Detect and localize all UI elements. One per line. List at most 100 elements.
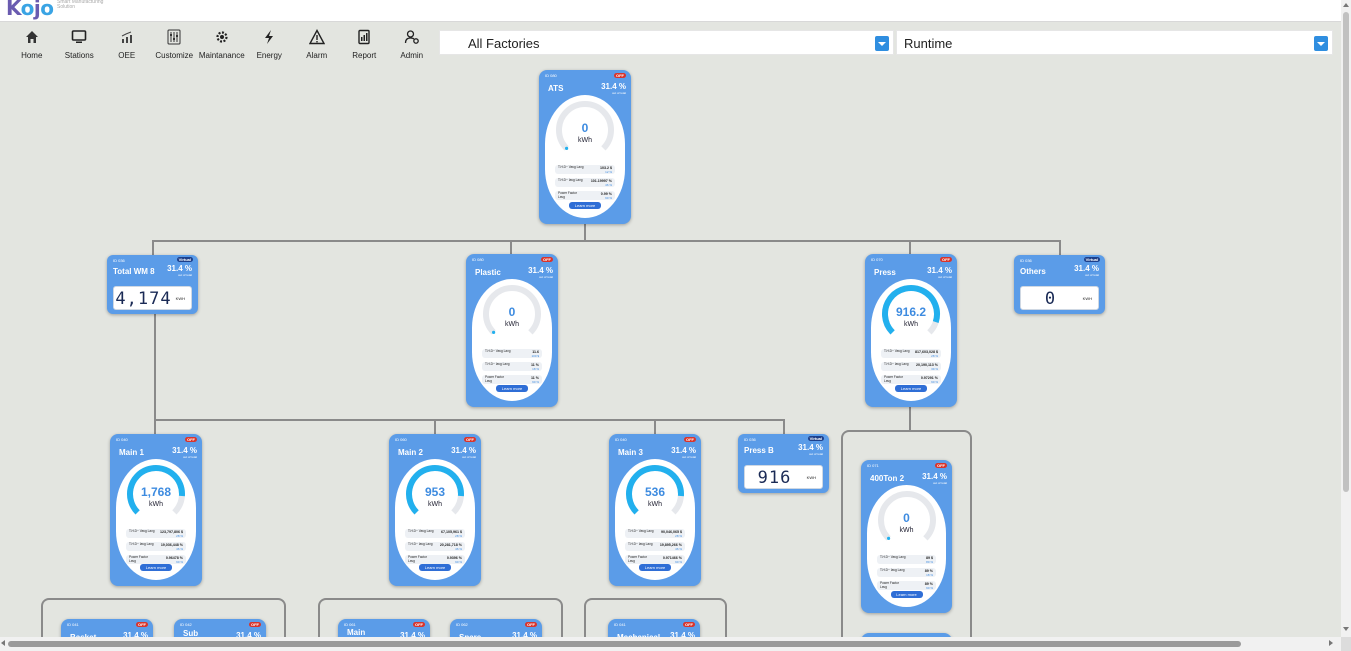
nav-stations[interactable]: Stations [56,26,104,62]
chevron-down-icon[interactable] [1314,36,1328,51]
nav-maintanance[interactable]: Maintanance [198,26,246,62]
digital-display: 0 KWH [1020,286,1099,310]
learn-more-button[interactable]: Learn more [639,564,671,571]
main-nav: Home Stations OEE Customize Maintanance … [8,26,436,62]
nav-alarm[interactable]: Alarm [293,26,341,62]
digital-display: 4,174 KWH [113,286,192,310]
metrics: T.H.D~ Vavg Lavg 89 $80 % T.H.D~ Iavg Lav… [877,555,936,594]
metric-thd-v: T.H.D~ Vavg Lavg 11.6 100 $ [482,349,542,358]
percent-of-total: 31.4 % out of total [1074,264,1099,277]
metric-thd-i: T.H.D~ Iavg Lavg 20,190,113 % 39 % [881,362,941,371]
mode-select[interactable]: Runtime [896,30,1333,55]
learn-more-button[interactable]: Learn more [895,385,927,392]
status-badge: OFF [541,257,553,262]
meter-name: Main [347,628,366,637]
meter-name: ATS [548,84,564,93]
meter-id: ID 080 [472,257,484,262]
scroll-right-icon[interactable] [1329,640,1333,646]
virtual-card-others[interactable]: ID 036 Virtual Others 31.4 % out of total… [1014,255,1105,314]
learn-more-button[interactable]: Learn more [569,202,601,209]
gauge-value: 953 [424,485,446,499]
meter-id: ID 042 [180,622,192,627]
meter-id: ID 040 [116,437,128,442]
meter-id: ID 062 [456,622,468,627]
meter-card-plastic[interactable]: ID 080 OFF Plastic 31.4 % out of total 0 … [466,254,558,407]
meter-name: Total WM 8 [113,267,155,276]
scroll-corner [1341,637,1351,651]
gauge-value: 536 [644,485,666,499]
virtual-badge: Virtual [1083,257,1100,262]
meter-card-press[interactable]: ID 070 OFF Press 31.4 % out of total 916.… [865,254,957,407]
meter-card-main-1[interactable]: ID 040 OFF Main 1 31.4 % out of total 1,7… [110,434,202,586]
meter-card-ats[interactable]: ID 080 OFF ATS 31.4 % out of total 0 kWh … [539,70,631,224]
gauge-unit: kWh [149,501,163,508]
scroll-down-icon[interactable] [1343,627,1349,631]
learn-more-button[interactable]: Learn more [419,564,451,571]
meter-name: Main 2 [398,448,423,457]
kojo-logo[interactable]: Kojo [6,0,54,20]
nav-admin-label: Admin [400,51,424,60]
factory-select[interactable]: All Factories [439,30,894,55]
nav-oee[interactable]: OEE [103,26,151,62]
tagline: Smart Manufacturing Solution [57,0,104,10]
nav-energy[interactable]: Energy [246,26,294,62]
gauge-value: 0 [581,121,589,135]
virtual-card-press-b[interactable]: ID 036 Virtual Press B 31.4 % out of tota… [738,434,829,493]
nav-home-label: Home [21,51,43,60]
metric-power-factor: Power Factor Lavg 0.971466 % 90 % [625,555,685,564]
virtual-badge: Virtual [807,436,824,441]
learn-more-button[interactable]: Learn more [496,385,528,392]
meter-name: Main 1 [119,448,144,457]
percent-of-total: 31.4 % out of total [798,443,823,456]
nav-alarm-label: Alarm [306,51,328,60]
chevron-down-icon[interactable] [875,36,889,51]
meter-card-400ton-2[interactable]: ID 071 OFF 400Ton 2 31.4 % out of total 0… [861,460,952,613]
gauge-value: 916.2 [895,305,927,319]
scroll-thumb[interactable] [1343,12,1349,492]
nav-report-label: Report [352,51,377,60]
learn-more-button[interactable]: Learn more [140,564,172,571]
metrics: T.H.D~ Vavg Lavg 11.6 100 $ T.H.D~ Iavg La… [482,349,542,388]
meter-card-main-2[interactable]: ID 060 OFF Main 2 31.4 % out of total 953… [389,434,481,586]
display-unit: KWH [1082,296,1092,301]
status-badge: OFF [935,463,947,468]
gauge-panel: 0 kWh T.H.D~ Vavg Lavg 103.2 $12 % T.H.D~… [545,95,625,218]
virtual-card-total-wm-8[interactable]: ID 036 Virtual Total WM 8 31.4 % out of t… [107,255,198,314]
gauge-panel: 1,768 kWh T.H.D~ Vavg Lavg 123,797,806 $2… [116,459,196,580]
metric-thd-i: T.H.D~ Iavg Lavg 101.19997 % 46 % [555,178,615,187]
metric-power-factor: Power Factor Lavg 0.99 % 90 % [555,191,615,200]
learn-more-button[interactable]: Learn more [890,591,923,598]
digital-display: 916 KWH [744,465,823,489]
gauge-unit: kWh [578,137,592,144]
metric-power-factor: Power Factor Lavg 0.9396 % 90 % [405,555,465,564]
meter-name: 400Ton 2 [870,474,905,483]
gauge-panel: 953 kWh T.H.D~ Vavg Lavg 67,105,961 $28 %… [395,459,475,580]
scroll-thumb[interactable] [8,641,1241,647]
nav-customize[interactable]: Customize [151,26,199,62]
warning-icon [308,29,325,45]
metric-thd-i: T.H.D~ Iavg Lavg 20,281,718 % 46 % [405,542,465,551]
meter-card-main-3[interactable]: ID 040 OFF Main 3 31.4 % out of total 536… [609,434,701,586]
scroll-up-icon[interactable] [1343,3,1349,7]
top-header: Kojo Smart Manufacturing Solution [0,0,1341,22]
meter-name: Press B [744,446,774,455]
percent-of-total: 31.4 % out of total [927,266,952,279]
nav-home[interactable]: Home [8,26,56,62]
metric-power-factor: Power Factor Lavg 89 % 90 % [877,581,936,590]
admin-icon [404,30,419,44]
display-value: 0 [1044,289,1057,309]
meter-id: ID 036 [113,258,125,263]
nav-report[interactable]: Report [341,26,389,62]
vertical-scrollbar[interactable] [1341,0,1351,651]
virtual-badge: Virtual [176,257,193,262]
metrics: T.H.D~ Vavg Lavg 67,105,961 $28 % T.H.D~ … [405,529,465,568]
metric-thd-i: T.H.D~ Iavg Lavg 19,036,448 % 46 % [126,542,186,551]
connector [510,240,512,255]
horizontal-scrollbar[interactable] [0,637,1341,651]
metrics: T.H.D~ Vavg Lavg 103.2 $12 % T.H.D~ Iavg … [555,165,615,204]
status-badge: OFF [940,257,952,262]
nav-admin[interactable]: Admin [388,26,436,62]
scroll-left-icon[interactable] [1,640,5,646]
meter-id: ID 036 [744,437,756,442]
display-value: 916 [757,468,792,488]
